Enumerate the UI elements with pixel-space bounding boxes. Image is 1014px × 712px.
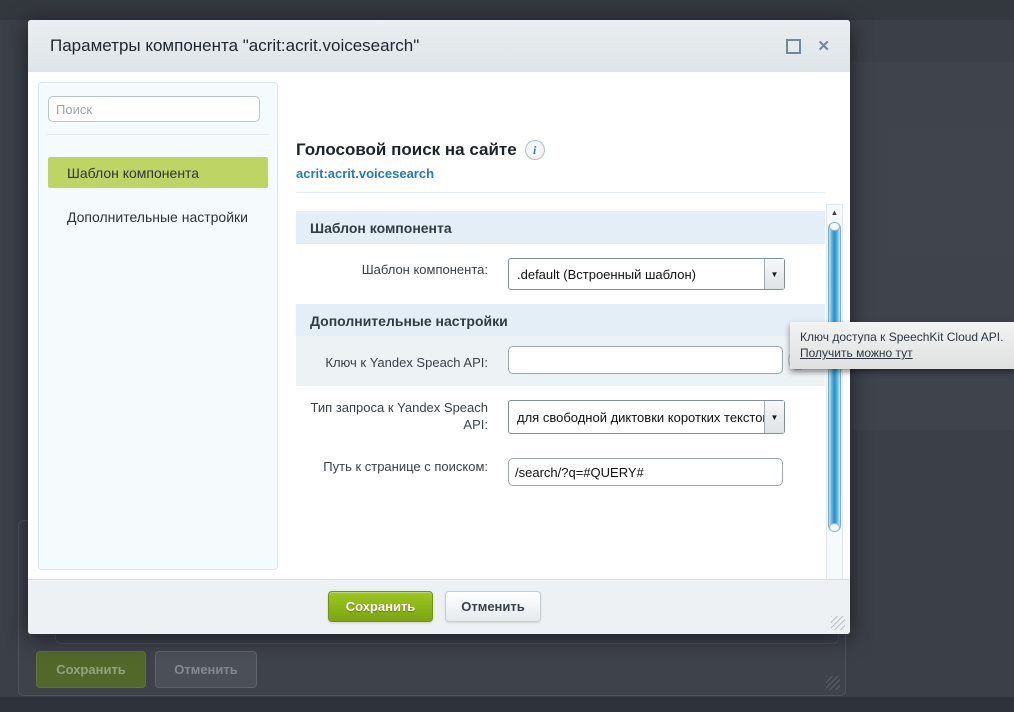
background-bottom-bar [0,697,1014,712]
close-icon[interactable]: ✕ [817,39,830,54]
search-input[interactable] [48,96,260,122]
section-title: Шаблон компонента [310,219,452,236]
sidebar-item-component-template[interactable]: Шаблон компонента [48,157,268,188]
background-page-area [850,62,1014,430]
dialog-titlebar: Параметры компонента "acrit:acrit.voices… [28,20,850,73]
section-header-template: Шаблон компонента [296,211,825,244]
save-button[interactable]: Сохранить [328,591,433,622]
component-parameters-dialog: Параметры компонента "acrit:acrit.voices… [28,20,850,634]
sidebar: Шаблон компонента Дополнительные настрой… [38,82,278,570]
tooltip-text: Ключ доступа к SpeechKit Cloud API. [800,330,1004,344]
component-code-link[interactable]: acrit:acrit.voicesearch [296,166,434,181]
maximize-icon[interactable] [786,38,802,54]
resize-handle-icon[interactable] [831,616,845,630]
search-path-input[interactable] [508,458,783,486]
template-select[interactable]: .default (Встроенный шаблон) ▼ [508,258,785,290]
template-select-value: .default (Встроенный шаблон) [517,266,696,282]
sidebar-item-additional-settings[interactable]: Дополнительные настройки [48,201,268,232]
dialog-body: Шаблон компонента Дополнительные настрой… [28,72,850,580]
chevron-down-icon[interactable]: ▼ [764,259,784,289]
component-info-icon[interactable]: i [524,140,545,160]
component-title: Голосовой поиск на сайте [296,140,517,159]
vertical-scrollbar[interactable]: ▲ ▼ [826,204,843,580]
dialog-footer: Сохранить Отменить [28,579,850,634]
request-type-select-value: для свободной диктовки коротких текстов [517,409,764,425]
api-key-tooltip: Ключ доступа к SpeechKit Cloud API. Полу… [790,322,1014,369]
background-save-button: Сохранить [36,651,146,688]
component-header: Голосовой поиск на сайте i [296,140,545,160]
sidebar-item-label: Шаблон компонента [67,164,200,181]
tooltip-get-key-link[interactable]: Получить можно тут [800,346,913,360]
header-divider [296,192,825,193]
request-type-select[interactable]: для свободной диктовки коротких текстов … [508,400,785,434]
chevron-down-icon[interactable]: ▼ [764,401,784,433]
field-label-line: Тип запроса к Yandex Speach [310,400,488,415]
field-label-search-path: Путь к странице с поиском: [323,459,488,474]
scrollbar-thumb[interactable] [828,222,841,532]
field-label-template: Шаблон компонента: [361,262,488,277]
section-header-additional: Дополнительные настройки [296,304,825,337]
field-label-line: API: [463,417,488,432]
api-key-input[interactable] [508,346,783,374]
background-resize-handle-icon [826,676,840,690]
window-controls: ✕ [786,20,830,72]
sidebar-item-label: Дополнительные настройки [67,208,248,225]
scroll-up-icon[interactable]: ▲ [827,205,842,220]
cancel-button[interactable]: Отменить [445,591,541,622]
dialog-title: Параметры компонента "acrit:acrit.voices… [50,36,420,55]
field-label-request-type: Тип запроса к Yandex Speach API: [296,399,488,433]
background-top-strip [0,0,1014,20]
field-label-api-key: Ключ к Yandex Speach API: [325,355,488,370]
background-cancel-button: Отменить [155,651,257,688]
screen: Сохранить Отменить Параметры компонента … [0,0,1014,712]
sidebar-divider [47,134,269,135]
section-title: Дополнительные настройки [310,312,508,329]
